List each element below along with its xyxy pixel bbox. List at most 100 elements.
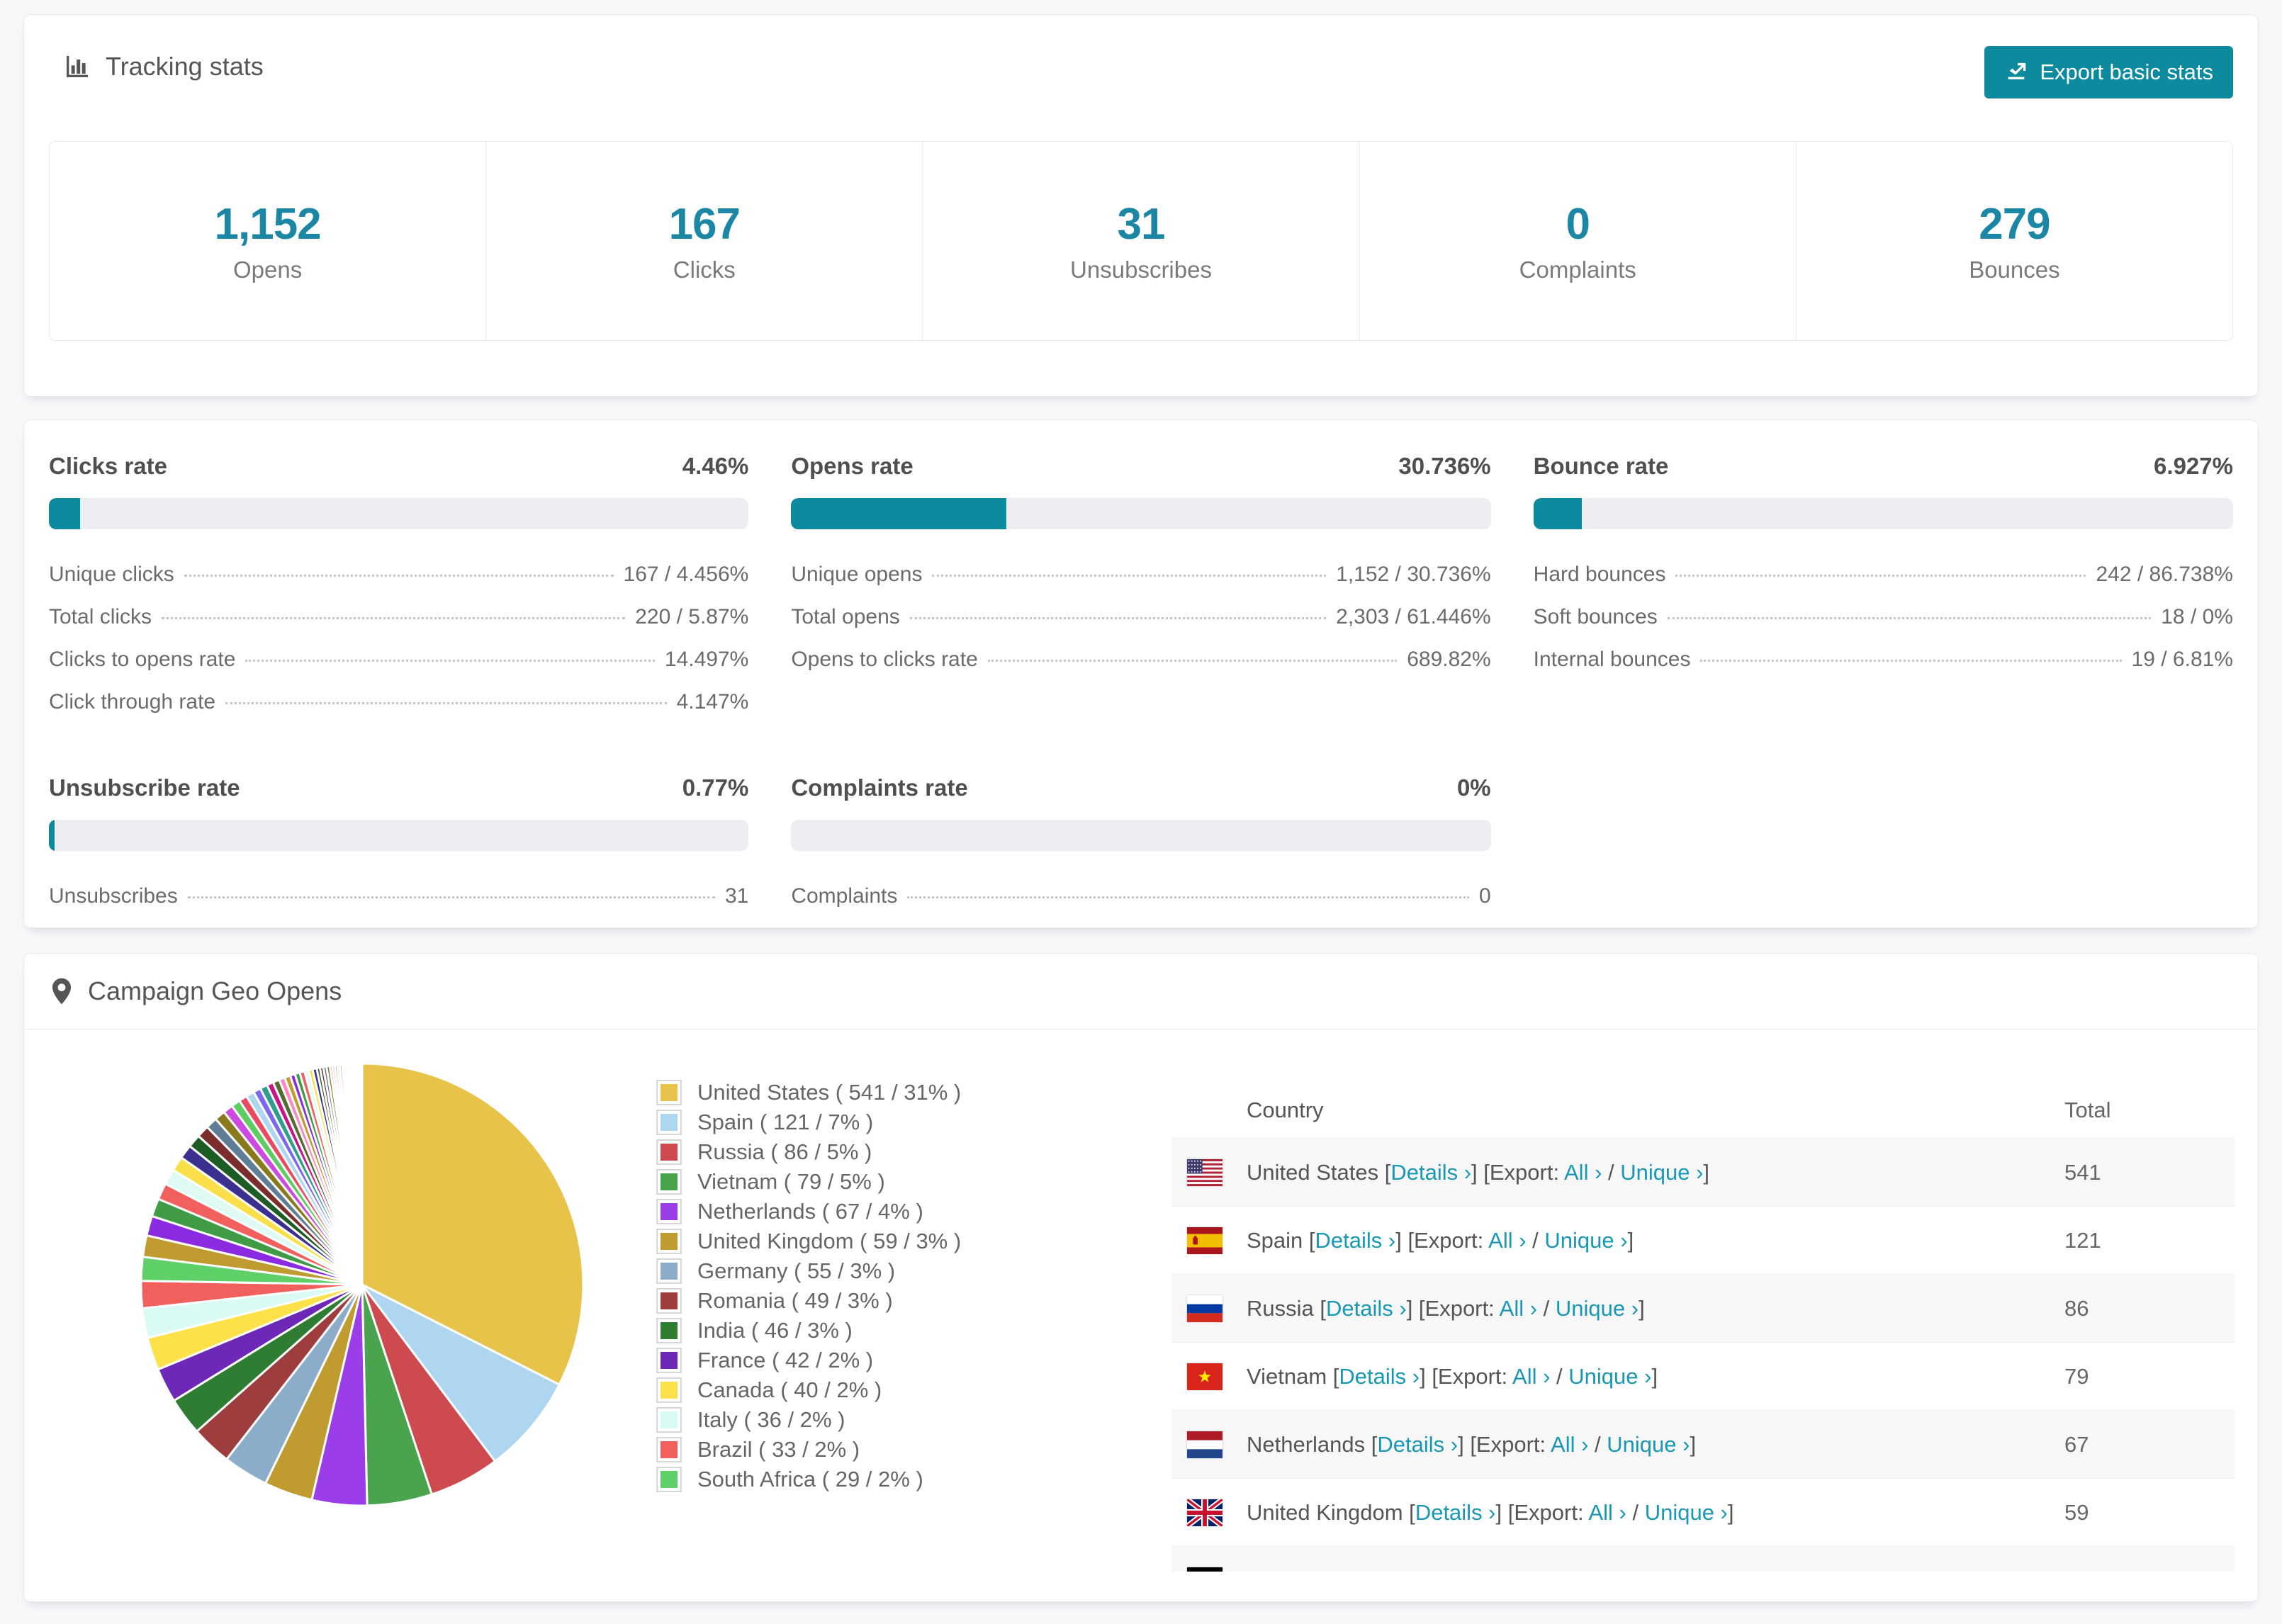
rate-row-label: Soft bounces <box>1533 605 1658 628</box>
rate-row-label: Internal bounces <box>1533 648 1691 671</box>
dotted-leader <box>1700 660 2122 662</box>
bar-chart-icon <box>63 52 91 81</box>
export-unique-link[interactable]: Unique › <box>1645 1500 1728 1525</box>
tracking-stats-card: Tracking stats Export basic stats 1,152 … <box>23 14 2259 397</box>
total-cell: 55 <box>2064 1568 2235 1572</box>
export-all-link[interactable]: All › <box>1512 1364 1550 1389</box>
export-all-link[interactable]: All › <box>1500 1296 1537 1321</box>
rate-title: Opens rate <box>791 453 914 479</box>
details-link[interactable]: Details › <box>1377 1432 1458 1457</box>
progress-bar-fill <box>791 498 1006 529</box>
clicks-rate-block: Clicks rate 4.46% Unique clicks 167 / 4.4… <box>49 453 749 723</box>
geo-table-row: Germany [Details ›] [Export: All › / Uni… <box>1171 1546 2235 1572</box>
details-link[interactable]: Details › <box>1326 1296 1407 1321</box>
dotted-leader <box>1667 617 2152 619</box>
dotted-leader <box>907 896 1469 898</box>
dotted-leader <box>987 660 1398 662</box>
legend-item: Brazil ( 33 / 2% ) <box>656 1435 961 1465</box>
progress-bar <box>49 820 749 851</box>
rates-card: Clicks rate 4.46% Unique clicks 167 / 4.4… <box>23 419 2259 928</box>
details-link[interactable]: Details › <box>1415 1500 1496 1525</box>
export-all-link[interactable]: All › <box>1564 1160 1602 1185</box>
country-cell: Netherlands [Details ›] [Export: All › /… <box>1247 1431 1697 1457</box>
dotted-leader <box>162 617 626 619</box>
stat-label: Opens <box>232 256 303 283</box>
stat-value: 279 <box>1979 199 2050 249</box>
export-icon <box>2004 57 2028 87</box>
geo-table-header: Country Total <box>1171 1083 2235 1138</box>
rate-percent: 6.927% <box>2154 453 2233 479</box>
geo-header: Campaign Geo Opens <box>24 954 2258 1030</box>
total-cell: 121 <box>2064 1227 2101 1253</box>
progress-bar-fill <box>1533 498 1583 529</box>
export-unique-link[interactable]: Unique › <box>1620 1160 1703 1185</box>
legend-item: Canada ( 40 / 2% ) <box>656 1375 961 1405</box>
details-link[interactable]: Details › <box>1339 1364 1420 1389</box>
legend-swatch <box>656 1407 682 1433</box>
rate-row-label: Unsubscribes <box>49 884 178 908</box>
de-flag-icon <box>1187 1567 1222 1572</box>
rate-row-value: 4.147% <box>676 690 749 714</box>
details-link[interactable]: Details › <box>1390 1160 1471 1185</box>
legend-swatch <box>656 1199 682 1224</box>
rate-row-value: 167 / 4.456% <box>623 563 749 586</box>
legend-label: Russia ( 86 / 5% ) <box>697 1139 872 1164</box>
rate-percent: 0.77% <box>682 774 749 801</box>
rate-row-label: Complaints <box>791 884 898 908</box>
column-header-country: Country <box>1247 1098 1324 1122</box>
export-all-link[interactable]: All › <box>1551 1432 1588 1457</box>
legend-label: Romania ( 49 / 3% ) <box>697 1288 893 1313</box>
legend-label: Italy ( 36 / 2% ) <box>697 1407 845 1432</box>
legend-label: Brazil ( 33 / 2% ) <box>697 1437 860 1462</box>
legend-item: Spain ( 121 / 7% ) <box>656 1107 961 1137</box>
rate-row-value: 242 / 86.738% <box>2096 563 2233 586</box>
dotted-leader <box>184 575 614 577</box>
rate-row-label: Clicks to opens rate <box>49 648 236 671</box>
country-cell: Spain [Details ›] [Export: All › / Uniqu… <box>1247 1227 1634 1253</box>
total-cell: 79 <box>2064 1363 2089 1389</box>
legend-label: United Kingdom ( 59 / 3% ) <box>697 1229 962 1253</box>
legend-swatch <box>656 1288 682 1314</box>
legend-swatch <box>656 1139 682 1165</box>
dotted-leader <box>932 575 1327 577</box>
legend-item: Germany ( 55 / 3% ) <box>656 1256 961 1286</box>
rate-title: Clicks rate <box>49 453 167 479</box>
export-basic-stats-button[interactable]: Export basic stats <box>1984 46 2233 98</box>
pie-slice-other[interactable] <box>360 1062 364 1285</box>
export-unique-link[interactable]: Unique › <box>1568 1364 1651 1389</box>
dotted-leader <box>187 896 715 898</box>
vn-flag-icon <box>1187 1363 1222 1390</box>
country-cell: Russia [Details ›] [Export: All › / Uniq… <box>1247 1295 1645 1321</box>
geo-table-row: Vietnam [Details ›] [Export: All › / Uni… <box>1171 1342 2235 1410</box>
legend-swatch <box>656 1467 682 1492</box>
legend-swatch <box>656 1437 682 1462</box>
legend-swatch <box>656 1348 682 1373</box>
complaints-rate-block: Complaints rate 0% Complaints 0 <box>791 774 1491 918</box>
progress-bar <box>49 498 749 529</box>
rate-row-value: 31 <box>724 884 749 908</box>
progress-bar <box>791 820 1491 851</box>
export-unique-link[interactable]: Unique › <box>1579 1568 1662 1572</box>
geo-legend: United States ( 541 / 31% ) Spain ( 121 /… <box>656 1078 961 1494</box>
legend-swatch <box>656 1169 682 1195</box>
export-unique-link[interactable]: Unique › <box>1607 1432 1690 1457</box>
geo-table: Country Total United States [Details ›] … <box>1171 1083 2235 1572</box>
geo-table-row: Netherlands [Details ›] [Export: All › /… <box>1171 1410 2235 1478</box>
geo-pie-chart <box>135 1058 589 1511</box>
details-link[interactable]: Details › <box>1349 1568 1430 1572</box>
rate-row-label: Opens to clicks rate <box>791 648 978 671</box>
export-all-link[interactable]: All › <box>1522 1568 1560 1572</box>
stat-unsubscribes: 31 Unsubscribes <box>922 142 1359 340</box>
legend-swatch <box>656 1258 682 1284</box>
legend-item: Vietnam ( 79 / 5% ) <box>656 1167 961 1197</box>
summary-stats-box: 1,152 Opens 167 Clicks 31 Unsubscribes 0… <box>49 141 2233 341</box>
page-title: Tracking stats <box>106 52 264 81</box>
export-unique-link[interactable]: Unique › <box>1544 1228 1627 1253</box>
export-unique-link[interactable]: Unique › <box>1556 1296 1639 1321</box>
legend-label: Spain ( 121 / 7% ) <box>697 1110 874 1134</box>
details-link[interactable]: Details › <box>1315 1228 1396 1253</box>
export-all-link[interactable]: All › <box>1588 1500 1626 1525</box>
legend-label: Germany ( 55 / 3% ) <box>697 1258 896 1283</box>
export-all-link[interactable]: All › <box>1488 1228 1526 1253</box>
dotted-leader <box>225 702 667 704</box>
